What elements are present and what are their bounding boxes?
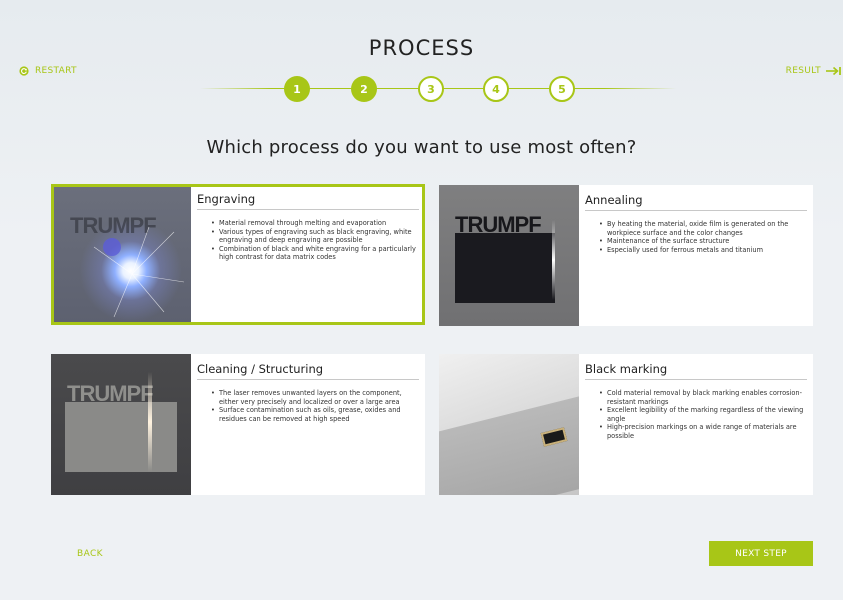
card-bullet: Especially used for ferrous metals and t… <box>599 246 807 255</box>
progress-stepper: 1 2 3 4 5 <box>200 76 676 102</box>
metal-part-image <box>439 394 579 495</box>
card-bullet: Surface contamination such as oils, grea… <box>211 406 419 423</box>
laser-line-image <box>148 372 152 472</box>
engraving-image: TRUMPF <box>54 187 191 322</box>
card-title: Cleaning / Structuring <box>197 362 419 380</box>
annealed-area-image <box>455 233 555 303</box>
card-bullet: Material removal through melting and eva… <box>211 219 419 228</box>
back-button[interactable]: BACK <box>77 549 103 559</box>
trumpf-logo-image: TRUMPF <box>455 212 542 237</box>
option-card-cleaning[interactable]: TRUMPF Cleaning / Structuring The laser … <box>51 354 425 495</box>
card-bullet: By heating the material, oxide film is g… <box>599 220 807 237</box>
black-marking-image <box>439 354 579 495</box>
card-bullet: Excellent legibility of the marking rega… <box>599 406 807 423</box>
option-card-black-marking[interactable]: Black marking Cold material removal by b… <box>439 354 813 495</box>
result-button[interactable]: RESULT <box>786 66 843 76</box>
annealing-image: TRUMPF <box>439 185 579 326</box>
result-label: RESULT <box>785 66 821 76</box>
laser-line-image <box>552 220 555 300</box>
step-3: 3 <box>418 76 444 102</box>
card-bullet: Maintenance of the surface structure <box>599 237 807 246</box>
card-bullet: Various types of engraving such as black… <box>211 228 419 245</box>
restart-button[interactable]: RESTART <box>19 66 77 76</box>
question-heading: Which process do you want to use most of… <box>206 137 637 158</box>
arrow-right-to-bar-icon <box>826 66 841 76</box>
card-bullet: Cold material removal by black marking e… <box>599 389 807 406</box>
card-title: Black marking <box>585 362 807 380</box>
card-bullets: The laser removes unwanted layers on the… <box>197 389 419 423</box>
page-title: PROCESS <box>368 36 475 60</box>
step-2[interactable]: 2 <box>351 76 377 102</box>
card-bullets: Material removal through melting and eva… <box>197 219 419 262</box>
next-step-button[interactable]: NEXT STEP <box>709 541 813 566</box>
step-5: 5 <box>549 76 575 102</box>
spark-rays-image <box>93 226 185 318</box>
cleaning-image: TRUMPF <box>51 354 191 495</box>
restart-icon <box>19 66 29 76</box>
card-bullet: Combination of black and white engraving… <box>211 245 419 262</box>
trumpf-logo-image: TRUMPF <box>67 381 154 406</box>
option-card-engraving[interactable]: TRUMPF Engraving Material removal throug… <box>51 184 425 325</box>
restart-label: RESTART <box>35 66 77 76</box>
card-bullet: High-precision markings on a wide range … <box>599 423 807 440</box>
step-4: 4 <box>483 76 509 102</box>
step-1[interactable]: 1 <box>284 76 310 102</box>
card-bullets: Cold material removal by black marking e… <box>585 389 807 441</box>
card-title: Annealing <box>585 193 807 211</box>
card-bullets: By heating the material, oxide film is g… <box>585 220 807 254</box>
card-bullet: The laser removes unwanted layers on the… <box>211 389 419 406</box>
cleaned-area-image <box>65 402 177 472</box>
card-title: Engraving <box>197 192 419 210</box>
option-card-annealing[interactable]: TRUMPF Annealing By heating the material… <box>439 185 813 326</box>
